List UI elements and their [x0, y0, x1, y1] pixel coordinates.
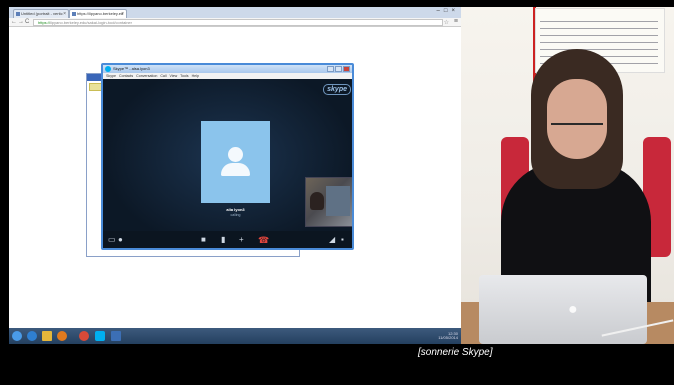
close-button[interactable]: [343, 66, 350, 72]
maximize-button[interactable]: [335, 66, 342, 72]
media-player-icon[interactable]: [57, 331, 67, 341]
avatar-head-icon: [228, 147, 243, 162]
skype-brand-logo: skype: [323, 84, 351, 95]
self-view-background: [326, 186, 350, 216]
call-stage: skype alia lyon3 calling ▭ ● ■ ▮ + ☎ ◢ ▪: [103, 79, 352, 248]
chat-icon[interactable]: ▭: [108, 236, 116, 244]
call-controls-bar: ▭ ● ■ ▮ + ☎ ◢ ▪: [103, 231, 352, 248]
fullscreen-icon[interactable]: ▪: [341, 236, 344, 244]
contact-avatar: [201, 121, 270, 203]
star-icon[interactable]: ☆: [444, 19, 449, 26]
video-frame: Untitled (portrait - vertic × https://li…: [0, 0, 674, 385]
camera-view: ●: [461, 7, 674, 344]
favicon-icon: [72, 12, 76, 16]
close-icon[interactable]: ×: [63, 10, 66, 18]
url-scheme: https://: [38, 20, 51, 25]
signal-icon: ◢: [329, 235, 336, 244]
avatar-body-icon: [221, 163, 250, 176]
skype-taskbar-icon[interactable]: [95, 331, 105, 341]
tray-date: 11/05/2014: [438, 335, 458, 340]
browser-tab-1[interactable]: Untitled (portrait - vertic ×: [13, 9, 69, 18]
reload-icon[interactable]: C: [25, 19, 29, 25]
app-taskbar-icon[interactable]: [111, 331, 121, 341]
person-face: [547, 79, 607, 159]
skype-window-title: Skype™ - alsa.lyon3: [113, 66, 150, 71]
skype-titlebar[interactable]: Skype™ - alsa.lyon3: [103, 65, 352, 73]
plus-icon[interactable]: +: [239, 236, 244, 244]
browser-tab-2[interactable]: https://lipyano.berkeley.ed ×: [69, 9, 127, 18]
subtitle: [sonnerie Skype]: [418, 347, 493, 358]
screen-capture: Untitled (portrait - vertic × https://li…: [9, 7, 461, 344]
browser-tab-strip: Untitled (portrait - vertic × https://li…: [9, 7, 461, 18]
system-tray[interactable]: 12:30 11/05/2014: [438, 332, 458, 340]
skype-logo-icon: [105, 66, 111, 72]
mic-icon[interactable]: ▮: [221, 236, 225, 244]
tab-label: https://lipyano.berkeley.ed: [77, 11, 124, 16]
video-icon[interactable]: ■: [201, 236, 206, 244]
self-view-person: [310, 192, 324, 210]
menu-icon[interactable]: ≡: [454, 18, 458, 25]
forward-icon[interactable]: →: [18, 19, 24, 25]
chrome-icon[interactable]: [79, 331, 89, 341]
folder-icon[interactable]: [42, 331, 52, 341]
address-bar[interactable]: https://lipyano.berkeley.edu/sakai-login…: [33, 19, 443, 26]
self-video-preview[interactable]: [305, 177, 352, 227]
back-icon[interactable]: ←: [11, 19, 17, 25]
skype-window[interactable]: Skype™ - alsa.lyon3 Skype Contacts Conve…: [101, 63, 354, 250]
windows-taskbar: 12:30 11/05/2014: [9, 328, 461, 344]
call-status: calling: [230, 213, 241, 217]
apple-logo-icon: ●: [568, 301, 578, 318]
phone-hangup-icon[interactable]: ☎: [258, 236, 269, 245]
tab-label: Untitled (portrait - vertic: [21, 11, 63, 16]
browser-toolbar: ← → C https://lipyano.berkeley.edu/sakai…: [9, 18, 461, 27]
favicon-icon: [16, 12, 20, 16]
url-path: lipyano.berkeley.edu/sakai-login-tool/co…: [50, 20, 132, 25]
laptop: ●: [479, 275, 647, 344]
start-button-icon[interactable]: [12, 331, 22, 341]
callee-name: alia lyon3: [226, 207, 245, 212]
minimize-button[interactable]: [327, 66, 334, 72]
skype-window-controls[interactable]: [326, 66, 350, 72]
ie-icon[interactable]: [27, 331, 37, 341]
contacts-icon[interactable]: ●: [118, 236, 123, 244]
close-icon[interactable]: ×: [121, 10, 124, 18]
window-controls[interactable]: –□×: [437, 8, 459, 14]
glasses: [551, 123, 603, 133]
